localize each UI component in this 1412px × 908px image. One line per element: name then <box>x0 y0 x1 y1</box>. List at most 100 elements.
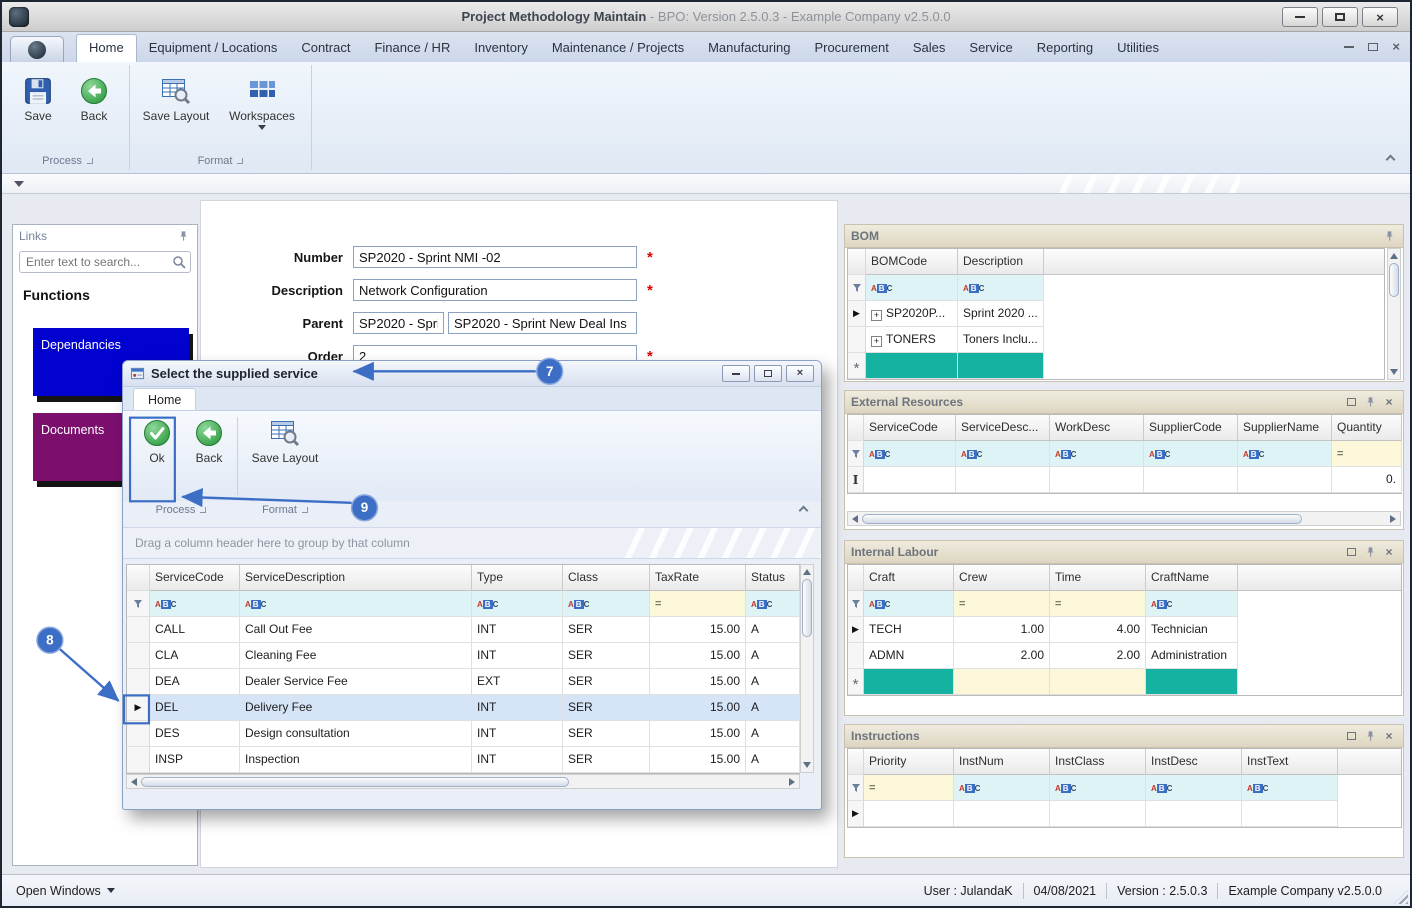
dialog-toolbar: Ok Back Save Layout <box>123 411 821 501</box>
grid-row[interactable]: ▶ DEL Delivery Fee INT SER 15.00 A <box>127 695 800 721</box>
grid-row[interactable]: CLA Cleaning Fee INT SER 15.00 A <box>127 643 800 669</box>
grid-row[interactable]: ▶ TECH 1.00 4.00 Technician <box>848 617 1401 643</box>
number-input[interactable] <box>353 246 637 268</box>
ribbon-tab-utilities[interactable]: Utilities <box>1105 34 1171 62</box>
open-windows-button[interactable]: Open Windows <box>16 884 115 898</box>
grid-new-row[interactable]: * <box>848 353 1384 379</box>
close-icon[interactable]: × <box>1381 545 1397 559</box>
mdi-close-icon[interactable]: × <box>1392 40 1400 53</box>
text-filter-icon: ABC <box>155 600 177 609</box>
ribbon-tab-sales[interactable]: Sales <box>901 34 958 62</box>
save-layout-button[interactable]: Save Layout <box>136 73 216 123</box>
row-selector: ▶ <box>127 695 150 721</box>
bom-vertical-scrollbar[interactable] <box>1387 248 1401 380</box>
grid-filter-row[interactable]: = A B C A B C A B C A B C <box>848 775 1401 801</box>
pin-icon[interactable] <box>1362 395 1378 409</box>
ribbon-tab-home[interactable]: Home <box>76 34 137 62</box>
grid-new-row[interactable]: * <box>848 669 1401 695</box>
grid-row[interactable]: + TONERS Toners Inclu... <box>848 327 1384 353</box>
expand-icon[interactable]: + <box>871 310 882 321</box>
ok-button[interactable]: Ok <box>129 415 185 465</box>
toolbar-collapse-icon[interactable] <box>798 505 809 516</box>
functions-heading: Functions <box>23 287 90 303</box>
grid-row[interactable]: CALL Call Out Fee INT SER 15.00 A <box>127 617 800 643</box>
ribbon-tab-service[interactable]: Service <box>957 34 1024 62</box>
dialog-horizontal-scrollbar[interactable] <box>126 774 800 789</box>
grid-filter-row[interactable]: A B C A B C A B C A B C A B C = <box>848 441 1402 467</box>
ribbon-tab-inventory[interactable]: Inventory <box>462 34 539 62</box>
mdi-minimize-icon[interactable] <box>1344 45 1355 48</box>
save-button[interactable]: Save <box>10 73 66 123</box>
dialog-launcher-icon[interactable] <box>237 158 244 164</box>
ribbon-tab-reporting[interactable]: Reporting <box>1025 34 1105 62</box>
app-logo-icon <box>28 40 46 59</box>
mdi-restore-icon[interactable] <box>1368 42 1379 51</box>
filter-dropdown-icon[interactable] <box>14 180 24 187</box>
ribbon-tab-equipment-locations[interactable]: Equipment / Locations <box>137 34 290 62</box>
dialog-minimize-button[interactable] <box>722 365 750 382</box>
grid-filter-row[interactable]: ABC ABC <box>848 275 1384 301</box>
ribbon-tab-manufacturing[interactable]: Manufacturing <box>696 34 802 62</box>
parent-code-input[interactable] <box>353 312 444 334</box>
close-button[interactable]: × <box>1362 7 1398 27</box>
grid-row[interactable]: ▶ <box>848 801 1401 827</box>
ribbon-tab-procurement[interactable]: Procurement <box>802 34 900 62</box>
grid-header-row[interactable]: BOMCode Description <box>848 249 1384 275</box>
dialog-launcher-icon[interactable] <box>86 158 93 164</box>
filter-funnel-icon <box>134 599 142 608</box>
service-grid: ServiceCode ServiceDescription Type Class Ta… <box>126 564 800 774</box>
ribbon-tab-contract[interactable]: Contract <box>289 34 362 62</box>
dialog-launcher-icon[interactable] <box>301 507 308 513</box>
dialog-back-button[interactable]: Back <box>181 415 237 465</box>
maximize-icon[interactable] <box>1343 395 1359 409</box>
application-button[interactable] <box>10 36 64 62</box>
dialog-launcher-icon[interactable] <box>200 507 207 513</box>
external-resources-horizontal-scrollbar[interactable] <box>847 511 1401 526</box>
dialog-maximize-button[interactable] <box>754 365 782 382</box>
grid-row[interactable]: ▶ + SP2020P... Sprint 2020 ... <box>848 301 1384 327</box>
close-icon[interactable]: × <box>1381 395 1397 409</box>
dialog-title-bar: Select the supplied service × <box>123 361 821 387</box>
new-row-marker-icon: * <box>852 675 859 693</box>
workspaces-button[interactable]: Workspaces <box>222 73 302 130</box>
expand-icon[interactable]: + <box>871 336 882 347</box>
grid-filter-row[interactable]: A B C = = A B C <box>848 591 1401 617</box>
ribbon-collapse-icon[interactable] <box>1385 154 1396 165</box>
back-button[interactable]: Back <box>66 73 122 123</box>
maximize-icon[interactable] <box>1343 729 1359 743</box>
group-by-box[interactable]: Drag a column header here to group by th… <box>123 527 821 559</box>
row-selector <box>848 415 864 441</box>
resize-grip[interactable] <box>1394 890 1408 904</box>
description-label: Description <box>271 282 343 298</box>
links-panel-header: Links <box>13 225 197 247</box>
dialog-close-button[interactable]: × <box>786 365 814 382</box>
dialog-vertical-scrollbar[interactable] <box>800 564 814 773</box>
grid-header-row[interactable]: ServiceCode ServiceDescription Type Class Ta… <box>127 565 800 591</box>
ribbon-tab-finance-hr[interactable]: Finance / HR <box>362 34 462 62</box>
grid-row[interactable]: DES Design consultation INT SER 15.00 A <box>127 721 800 747</box>
links-search-input[interactable] <box>19 251 191 273</box>
ribbon-tab-maintenance-projects[interactable]: Maintenance / Projects <box>540 34 696 62</box>
pin-icon[interactable] <box>1362 729 1378 743</box>
pin-icon[interactable] <box>1381 229 1397 243</box>
close-icon[interactable]: × <box>1381 729 1397 743</box>
grid-row[interactable]: I 0. <box>848 467 1402 493</box>
grid-row[interactable]: ADMN 2.00 2.00 Administration <box>848 643 1401 669</box>
dialog-tab-home[interactable]: Home <box>133 388 197 410</box>
pin-icon[interactable] <box>175 229 191 243</box>
grid-row[interactable]: DEA Dealer Service Fee EXT SER 15.00 A <box>127 669 800 695</box>
minimize-button[interactable] <box>1282 7 1318 27</box>
filter-funnel-icon <box>851 599 860 608</box>
maximize-icon[interactable] <box>1343 545 1359 559</box>
grid-header-row[interactable]: Craft Crew Time CraftName <box>848 565 1401 591</box>
grid-filter-row[interactable]: A B C A B C A B C A B C = A B C <box>127 591 800 617</box>
grid-header-row[interactable]: ServiceCode ServiceDesc... WorkDesc Supplie… <box>848 415 1402 441</box>
grid-row[interactable]: INSP Inspection INT SER 15.00 A <box>127 747 800 773</box>
grid-header-row[interactable]: Priority InstNum InstClass InstDesc InstText <box>848 749 1401 775</box>
dialog-save-layout-button[interactable]: Save Layout <box>245 415 325 465</box>
row-selector <box>848 775 864 801</box>
description-input[interactable] <box>353 279 637 301</box>
parent-description-input[interactable] <box>448 312 637 334</box>
maximize-button[interactable] <box>1322 7 1358 27</box>
pin-icon[interactable] <box>1362 545 1378 559</box>
